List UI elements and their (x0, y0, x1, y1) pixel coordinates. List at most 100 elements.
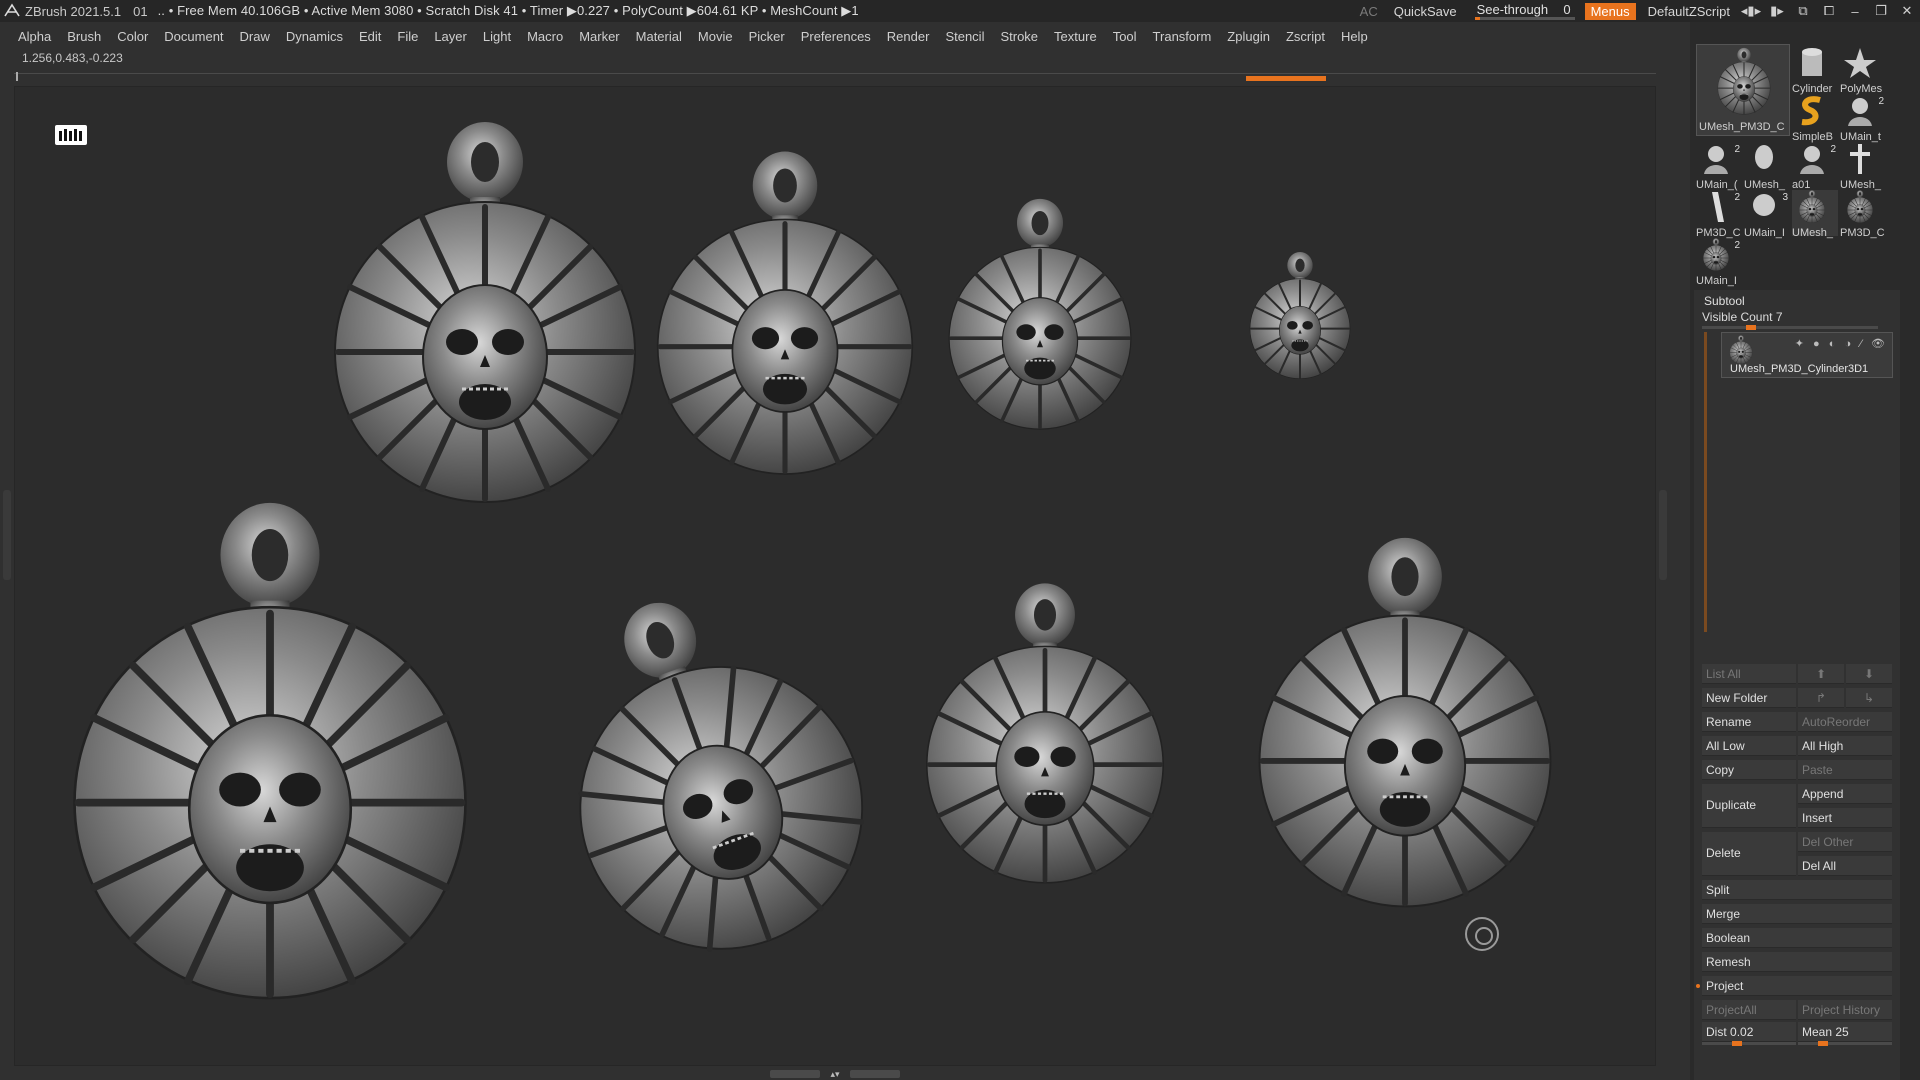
tool-thumb-pm3d-c-1[interactable]: 2 PM3D_C (1696, 190, 1742, 239)
subtool-visibility-icons[interactable]: ✦ ● ◐ ◑ ⁄ 👁 (1795, 337, 1888, 350)
subtool-item-selected[interactable]: ✦ ● ◐ ◑ ⁄ 👁 UMesh_PM3D_Cylinder3D1 (1721, 332, 1893, 378)
menu-stencil[interactable]: Stencil (937, 29, 992, 44)
ac-toggle[interactable]: AC (1352, 4, 1386, 19)
boolean-button[interactable]: Boolean (1702, 928, 1892, 948)
tool-thumb-umain-i-1[interactable]: 3 UMain_I (1744, 190, 1790, 239)
all-low-button[interactable]: All Low (1702, 736, 1796, 756)
bottom-handle-arrows-icon[interactable]: ▴▾ (824, 1070, 846, 1079)
append-button[interactable]: Append (1798, 784, 1892, 804)
menu-movie[interactable]: Movie (690, 29, 741, 44)
menu-macro[interactable]: Macro (519, 29, 571, 44)
left-tray-handle[interactable] (3, 490, 11, 580)
quicksave-button[interactable]: QuickSave (1386, 4, 1465, 19)
paste-button[interactable]: Paste (1798, 760, 1892, 780)
all-high-button[interactable]: All High (1798, 736, 1892, 756)
del-all-button[interactable]: Del All (1798, 856, 1892, 876)
move-down-arrow-icon[interactable]: ⬇ (1846, 664, 1892, 684)
status-bar: ZBrush 2021.5.1 01 .. • Free Mem 40.106G… (0, 0, 1920, 22)
menu-texture[interactable]: Texture (1046, 29, 1105, 44)
menu-zplugin[interactable]: Zplugin (1219, 29, 1278, 44)
menu-material[interactable]: Material (628, 29, 690, 44)
menu-light[interactable]: Light (475, 29, 519, 44)
menu-tool[interactable]: Tool (1105, 29, 1145, 44)
tool-thumb-umain-i-2[interactable]: 2 UMain_I (1696, 238, 1742, 287)
tool-thumb-a01[interactable]: 2 a01 (1792, 142, 1838, 191)
mean-slider[interactable]: Mean 25 (1798, 1022, 1892, 1042)
project-all-button[interactable]: ProjectAll (1702, 1000, 1796, 1020)
dist-value: 0.02 (1730, 1025, 1754, 1039)
tool-thumb-pm3d-c-2[interactable]: PM3D_C (1840, 190, 1886, 239)
menu-document[interactable]: Document (156, 29, 231, 44)
window-tile-icon[interactable]: ⧉ (1790, 3, 1816, 19)
menu-picker[interactable]: Picker (741, 29, 793, 44)
tool-thumb-umesh-1[interactable]: UMesh_ (1744, 142, 1790, 191)
menu-layer[interactable]: Layer (426, 29, 475, 44)
menu-edit[interactable]: Edit (351, 29, 389, 44)
tool-thumb-polymesh[interactable]: PolyMes (1840, 46, 1886, 95)
canvas-viewport[interactable] (14, 86, 1656, 1066)
auto-reorder-button[interactable]: AutoReorder (1798, 712, 1892, 732)
default-zscript-button[interactable]: DefaultZScript (1640, 4, 1738, 19)
menus-toggle-button[interactable]: Menus (1584, 2, 1636, 20)
menu-zscript[interactable]: Zscript (1278, 29, 1333, 44)
preview-icon[interactable] (55, 125, 87, 145)
tool-thumb-simplebrush[interactable]: SimpleB (1792, 94, 1838, 143)
merge-button[interactable]: Merge (1702, 904, 1892, 924)
see-through-slider[interactable]: See-through 0 (1471, 0, 1579, 22)
main-menu-bar: Alpha Brush Color Document Draw Dynamics… (0, 24, 1690, 48)
mean-slider-handle[interactable] (1818, 1041, 1828, 1046)
new-folder-button[interactable]: New Folder (1702, 688, 1796, 708)
close-icon[interactable]: ✕ (1894, 3, 1920, 19)
split-button[interactable]: Split (1702, 880, 1892, 900)
restore-icon[interactable]: ❐ (1868, 3, 1894, 19)
remesh-button[interactable]: Remesh (1702, 952, 1892, 972)
project-history-button[interactable]: Project History (1798, 1000, 1892, 1020)
copy-button[interactable]: Copy (1702, 760, 1796, 780)
dist-slider[interactable]: Dist 0.02 (1702, 1022, 1796, 1042)
layout-right-icon[interactable]: ▮▸ (1764, 3, 1790, 19)
bottom-tray-handle[interactable]: ▴▾ (770, 1070, 900, 1079)
minimize-icon[interactable]: – (1842, 4, 1868, 19)
visible-count-slider[interactable]: Visible Count 7 (1702, 310, 1878, 330)
menu-dynamics[interactable]: Dynamics (278, 29, 351, 44)
menu-color[interactable]: Color (109, 29, 156, 44)
menu-transform[interactable]: Transform (1145, 29, 1220, 44)
tool-thumb-umain-a[interactable]: 2 UMain_( (1696, 142, 1742, 191)
subtool-title[interactable]: Subtool (1704, 294, 1745, 308)
timeline-bar[interactable] (14, 72, 1656, 81)
dist-slider-handle[interactable] (1732, 1041, 1742, 1046)
active-tool-thumbnail[interactable]: UMesh_PM3D_C (1696, 44, 1790, 136)
visible-count-handle[interactable] (1746, 325, 1756, 330)
menu-stroke[interactable]: Stroke (992, 29, 1046, 44)
tool-thumb-umain-t[interactable]: 2 UMain_t (1840, 94, 1886, 143)
duplicate-button[interactable]: Duplicate (1702, 784, 1796, 828)
del-other-button[interactable]: Del Other (1798, 832, 1892, 852)
move-out-folder-icon[interactable]: ↳ (1846, 688, 1892, 708)
delete-button[interactable]: Delete (1702, 832, 1796, 876)
move-into-folder-icon[interactable]: ↱ (1798, 688, 1844, 708)
rename-button[interactable]: Rename (1702, 712, 1796, 732)
right-tray-handle[interactable] (1659, 490, 1667, 580)
menu-file[interactable]: File (389, 29, 426, 44)
menu-help[interactable]: Help (1333, 29, 1376, 44)
subtool-list[interactable]: ✦ ● ◐ ◑ ⁄ 👁 UMesh_PM3D_Cylinder3D1 (1704, 332, 1893, 632)
move-up-arrow-icon[interactable]: ⬆ (1798, 664, 1844, 684)
list-all-button[interactable]: List All (1702, 664, 1796, 684)
pendant-render-oblique (947, 196, 1133, 431)
insert-button[interactable]: Insert (1798, 808, 1892, 828)
menu-draw[interactable]: Draw (232, 29, 278, 44)
layout-left-icon[interactable]: ◂▮▸ (1738, 3, 1764, 19)
window-cascade-icon[interactable]: ⧠ (1816, 3, 1842, 19)
menu-alpha[interactable]: Alpha (10, 29, 59, 44)
menu-marker[interactable]: Marker (571, 29, 627, 44)
tool-thumb-cylinder[interactable]: Cylinder (1792, 46, 1838, 95)
timeline-position-marker[interactable] (1246, 76, 1326, 81)
cylinder-icon (1802, 48, 1822, 76)
menu-preferences[interactable]: Preferences (793, 29, 879, 44)
project-button[interactable]: Project (1702, 976, 1892, 996)
tool-thumb-umesh-2[interactable]: UMesh_ (1840, 142, 1886, 191)
menu-render[interactable]: Render (879, 29, 938, 44)
tool-thumb-umesh-3[interactable]: UMesh_ (1792, 190, 1838, 239)
menu-brush[interactable]: Brush (59, 29, 109, 44)
navigation-gizmo-icon[interactable] (1465, 917, 1499, 951)
